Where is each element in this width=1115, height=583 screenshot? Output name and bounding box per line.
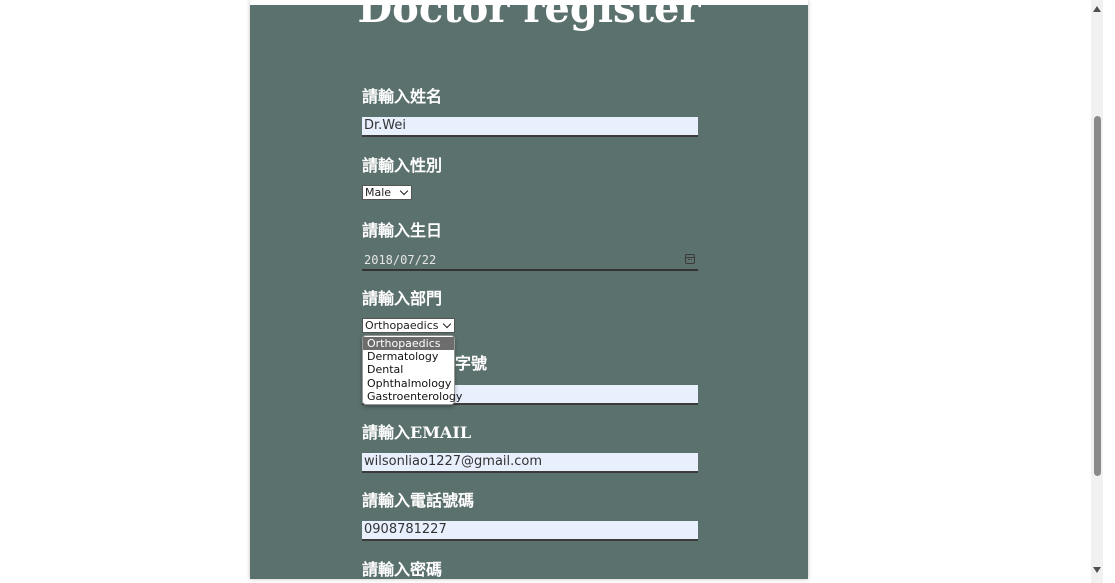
birthday-label: 請輸入生日 bbox=[362, 221, 443, 240]
gender-select-value: Male bbox=[365, 186, 392, 199]
department-select[interactable]: Orthopaedics bbox=[362, 318, 455, 333]
page-title: Doctor register bbox=[357, 0, 701, 32]
birthday-value: 2018/07/22 bbox=[364, 253, 437, 267]
name-input[interactable]: Dr.Wei bbox=[362, 117, 698, 137]
calendar-icon[interactable] bbox=[685, 254, 695, 264]
dropdown-option[interactable]: Dermatology bbox=[363, 350, 454, 363]
email-label: 請輸入EMAIL bbox=[362, 423, 471, 443]
password-label: 請輸入密碼 bbox=[362, 560, 443, 579]
dropdown-option[interactable]: Ophthalmology bbox=[363, 377, 454, 390]
phone-label: 請輸入電話號碼 bbox=[362, 491, 475, 510]
email-input[interactable]: wilsonliao1227@gmail.com bbox=[362, 453, 698, 473]
email-label-prefix: 請輸入 bbox=[362, 423, 411, 442]
page-scrollbar[interactable] bbox=[1091, 0, 1103, 583]
email-label-suffix: EMAIL bbox=[410, 423, 472, 442]
chevron-down-icon bbox=[442, 319, 452, 329]
dropdown-option[interactable]: Gastroenterology bbox=[363, 390, 462, 403]
scroll-up-icon[interactable] bbox=[1093, 6, 1101, 12]
scrollbar-thumb[interactable] bbox=[1094, 116, 1101, 476]
department-dropdown: Orthopaedics Dermatology Dental Ophthalm… bbox=[362, 335, 462, 406]
department-select-value: Orthopaedics bbox=[365, 319, 439, 332]
chevron-down-icon bbox=[399, 186, 409, 196]
phone-input[interactable]: 0908781227 bbox=[362, 521, 698, 541]
gender-label: 請輸入性別 bbox=[362, 156, 443, 175]
name-label: 請輸入姓名 bbox=[362, 87, 443, 106]
department-label: 請輸入部門 bbox=[362, 289, 443, 308]
gender-select[interactable]: Male bbox=[362, 185, 412, 200]
register-panel: Doctor register 請輸入姓名 Dr.Wei 請輸入性別 Male … bbox=[250, 0, 808, 579]
dropdown-option[interactable]: Orthopaedics bbox=[363, 337, 454, 351]
license-label: 字號 bbox=[455, 354, 488, 373]
dropdown-option[interactable]: Dental bbox=[363, 363, 454, 376]
birthday-input[interactable]: 2018/07/22 bbox=[362, 251, 698, 271]
scroll-down-icon[interactable] bbox=[1093, 567, 1101, 573]
